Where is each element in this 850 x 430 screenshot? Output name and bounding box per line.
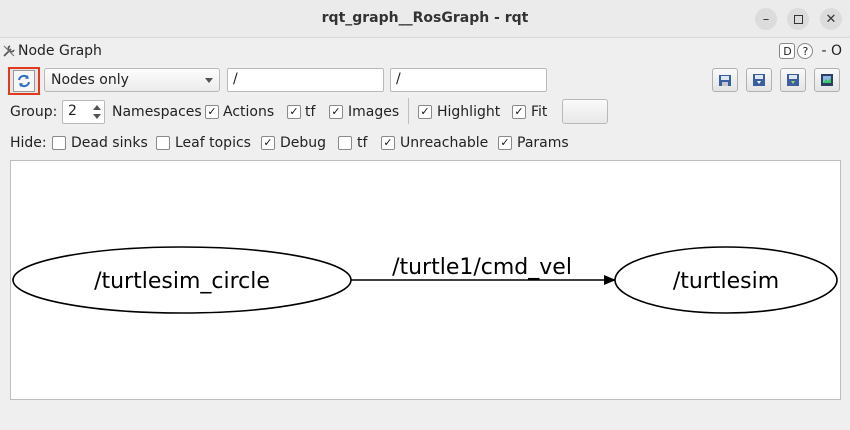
namespace-filter-input[interactable]: / (227, 68, 384, 92)
fit-checkbox[interactable]: ✓ (512, 105, 526, 119)
plugin-header: Node Graph D ? - O (0, 40, 850, 64)
namespaces-label[interactable]: Namespaces (112, 104, 202, 120)
hide-label: Hide: (10, 135, 47, 151)
maximize-button[interactable] (787, 8, 809, 30)
dead-sinks-checkbox[interactable] (52, 136, 66, 150)
graph-node-turtlesim[interactable]: /turtlesim (614, 246, 838, 314)
plugin-title: Node Graph (18, 43, 102, 59)
minimize-button[interactable]: – (755, 8, 777, 30)
actions-label[interactable]: Actions (223, 104, 274, 120)
group-spinbox[interactable]: 2 (62, 100, 105, 124)
images-checkbox[interactable]: ✓ (329, 105, 343, 119)
close-icon: ✕ (825, 11, 837, 27)
namespaces-checkbox[interactable]: ✓ (205, 105, 219, 119)
highlight-label[interactable]: Highlight (437, 104, 500, 120)
dock-button[interactable]: D (779, 43, 796, 59)
hide-tf-label[interactable]: tf (357, 135, 367, 151)
fit-in-view-button[interactable] (562, 99, 608, 124)
save-svg-icon (787, 74, 799, 86)
group-label: Group: (10, 104, 58, 120)
node-label: /turtlesim (673, 269, 779, 294)
debug-label[interactable]: Debug (280, 135, 326, 151)
graph-edge-cmd-vel[interactable]: /turtle1/cmd_vel (351, 255, 616, 285)
unreachable-label[interactable]: Unreachable (400, 135, 488, 151)
graph-mode-value: Nodes only (51, 72, 129, 88)
params-checkbox[interactable]: ✓ (498, 136, 512, 150)
leaf-topics-checkbox[interactable] (156, 136, 170, 150)
graph-canvas[interactable]: /turtlesim_circle /turtle1/cmd_vel /turt… (10, 160, 841, 400)
unreachable-checkbox[interactable]: ✓ (381, 136, 395, 150)
tf-label[interactable]: tf (305, 104, 315, 120)
images-label[interactable]: Images (348, 104, 399, 120)
debug-checkbox[interactable]: ✓ (261, 136, 275, 150)
window-title: rqt_graph__RosGraph - rqt (321, 10, 529, 26)
help-button[interactable]: ? (797, 43, 814, 59)
hide-tf-checkbox[interactable] (338, 136, 352, 150)
params-label[interactable]: Params (517, 135, 569, 151)
group-value: 2 (68, 103, 77, 119)
edge-label: /turtle1/cmd_vel (392, 255, 572, 280)
load-file-icon (719, 75, 731, 86)
wrench-icon (2, 44, 16, 62)
save-image-button[interactable] (814, 68, 840, 92)
window-titlebar: rqt_graph__RosGraph - rqt – ✕ (0, 0, 850, 38)
actions-tf-checkbox[interactable]: ✓ (287, 105, 301, 119)
dead-sinks-label[interactable]: Dead sinks (71, 135, 148, 151)
highlight-checkbox[interactable]: ✓ (418, 105, 432, 119)
minimize-icon: – (762, 11, 770, 27)
save-dot-icon (753, 74, 765, 86)
node-label: /turtlesim_circle (94, 269, 270, 294)
close-window-button[interactable]: ✕ (820, 8, 842, 30)
spin-up-icon[interactable] (93, 105, 101, 110)
graph-svg: /turtlesim_circle /turtle1/cmd_vel /turt… (12, 246, 838, 314)
plugin-close-controls[interactable]: - O (821, 43, 842, 59)
refresh-graph-button[interactable] (8, 67, 40, 95)
maximize-icon (793, 14, 803, 24)
spin-down-icon[interactable] (93, 114, 101, 119)
save-svg-button[interactable] (780, 68, 806, 92)
save-image-icon (821, 74, 833, 86)
leaf-topics-label[interactable]: Leaf topics (175, 135, 251, 151)
graph-mode-select[interactable]: Nodes only (44, 68, 220, 92)
topic-filter-input[interactable]: / (390, 68, 547, 92)
graph-node-turtlesim-circle[interactable]: /turtlesim_circle (12, 246, 352, 314)
load-dot-button[interactable] (712, 68, 738, 92)
refresh-icon (13, 70, 35, 92)
help-icon: ? (802, 44, 809, 58)
fit-label[interactable]: Fit (531, 104, 547, 120)
options-divider (408, 98, 409, 124)
save-dot-button[interactable] (746, 68, 772, 92)
chevron-down-icon (205, 78, 213, 83)
dock-label: D (783, 44, 792, 58)
